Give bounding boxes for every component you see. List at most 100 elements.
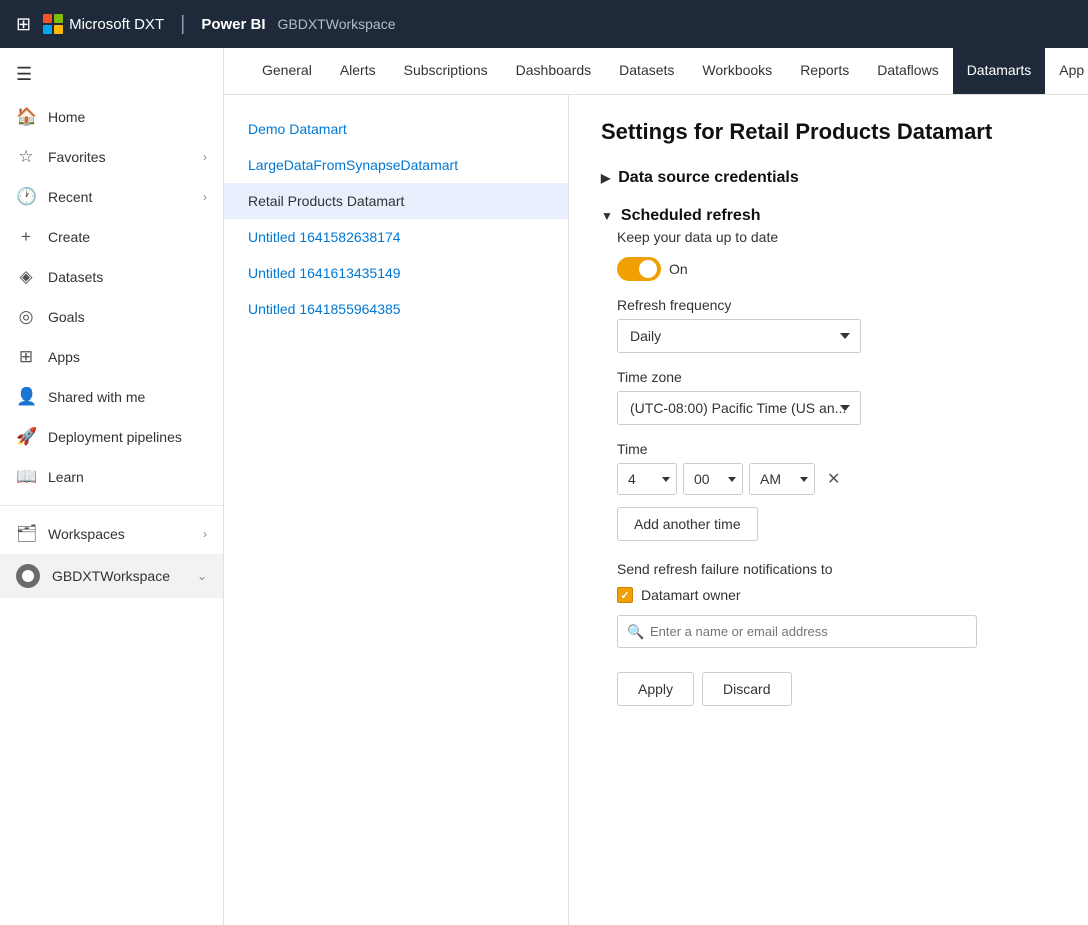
tab-reports[interactable]: Reports bbox=[786, 48, 863, 94]
sidebar-item-recent[interactable]: 🕐 Recent › bbox=[0, 177, 223, 217]
topbar-divider: | bbox=[180, 13, 185, 36]
deployment-icon: 🚀 bbox=[16, 427, 36, 447]
company-name: Microsoft DXT bbox=[69, 16, 164, 33]
tab-alerts[interactable]: Alerts bbox=[326, 48, 390, 94]
search-icon: 🔍 bbox=[627, 623, 644, 640]
sidebar-favorites-label: Favorites bbox=[48, 149, 191, 165]
logo-green bbox=[54, 14, 63, 23]
hamburger-menu[interactable]: ☰ bbox=[0, 56, 223, 93]
chevron-down-icon: ⌄ bbox=[197, 569, 207, 583]
list-item-untitled2[interactable]: Untitled 1641613435149 bbox=[224, 255, 568, 291]
home-icon: 🏠 bbox=[16, 107, 36, 127]
list-item-untitled3[interactable]: Untitled 1641855964385 bbox=[224, 291, 568, 327]
grid-icon[interactable]: ⊞ bbox=[16, 14, 31, 35]
data-source-credentials-label: Data source credentials bbox=[618, 169, 799, 187]
time-ampm-select[interactable]: AM PM bbox=[749, 463, 815, 495]
datasets-icon: ◈ bbox=[16, 267, 36, 287]
goals-icon: ◎ bbox=[16, 307, 36, 327]
logo-blue bbox=[43, 25, 52, 34]
list-item-untitled1[interactable]: Untitled 1641582638174 bbox=[224, 219, 568, 255]
settings-panel: Settings for Retail Products Datamart ▶ … bbox=[569, 95, 1088, 925]
scheduled-refresh-content: Keep your data up to date On Refresh fre… bbox=[601, 229, 1056, 706]
product-name: Power BI bbox=[201, 16, 265, 33]
refresh-frequency-select[interactable]: Daily Weekly bbox=[617, 319, 861, 353]
email-search-container: 🔍 bbox=[617, 615, 977, 648]
sidebar-item-favorites[interactable]: ☆ Favorites › bbox=[0, 137, 223, 177]
time-hour-select[interactable]: 4 123 567 8910 1112 bbox=[617, 463, 677, 495]
sidebar: ☰ 🏠 Home ☆ Favorites › 🕐 Recent › + Crea… bbox=[0, 48, 224, 925]
refresh-toggle[interactable] bbox=[617, 257, 661, 281]
add-another-time-button[interactable]: Add another time bbox=[617, 507, 758, 541]
apps-icon: ⊞ bbox=[16, 347, 36, 367]
checkmark-icon: ✓ bbox=[620, 589, 629, 602]
topbar: ⊞ Microsoft DXT | Power BI GBDXTWorkspac… bbox=[0, 0, 1088, 48]
refresh-frequency-label: Refresh frequency bbox=[617, 297, 1056, 313]
workspace-name: GBDXTWorkspace bbox=[278, 16, 396, 32]
tabs-bar: General Alerts Subscriptions Dashboards … bbox=[224, 48, 1088, 95]
timezone-label: Time zone bbox=[617, 369, 1056, 385]
time-row: 4 123 567 8910 1112 00 153045 bbox=[617, 463, 1056, 495]
recent-icon: 🕐 bbox=[16, 187, 36, 207]
data-source-credentials-accordion: ▶ Data source credentials bbox=[601, 165, 1056, 191]
sidebar-item-shared-with-me[interactable]: 👤 Shared with me bbox=[0, 377, 223, 417]
data-source-credentials-header[interactable]: ▶ Data source credentials bbox=[601, 165, 1056, 191]
sidebar-workspace-name-label: GBDXTWorkspace bbox=[52, 568, 185, 584]
list-item-large[interactable]: LargeDataFromSynapseDatamart bbox=[224, 147, 568, 183]
sidebar-item-deployment-pipelines[interactable]: 🚀 Deployment pipelines bbox=[0, 417, 223, 457]
sidebar-item-workspace-name[interactable]: GBDXTWorkspace ⌄ bbox=[0, 554, 223, 598]
collapsed-arrow-icon: ▶ bbox=[601, 171, 610, 185]
email-search-input[interactable] bbox=[617, 615, 977, 648]
datamart-owner-checkbox[interactable]: ✓ bbox=[617, 587, 633, 603]
workspaces-icon: 🗂 bbox=[16, 524, 36, 544]
sidebar-home-label: Home bbox=[48, 109, 207, 125]
content-area: Demo Datamart LargeDataFromSynapseDatama… bbox=[224, 95, 1088, 925]
shared-icon: 👤 bbox=[16, 387, 36, 407]
microsoft-logo: Microsoft DXT bbox=[43, 14, 164, 34]
sidebar-divider bbox=[0, 505, 223, 506]
sidebar-workspaces-label: Workspaces bbox=[48, 526, 191, 542]
time-minute-select[interactable]: 00 153045 bbox=[683, 463, 743, 495]
tab-general[interactable]: General bbox=[248, 48, 326, 94]
sidebar-shared-label: Shared with me bbox=[48, 389, 207, 405]
sidebar-item-learn[interactable]: 📖 Learn bbox=[0, 457, 223, 497]
sidebar-learn-label: Learn bbox=[48, 469, 207, 485]
tab-datasets[interactable]: Datasets bbox=[605, 48, 688, 94]
sidebar-datasets-label: Datasets bbox=[48, 269, 207, 285]
tab-datamarts[interactable]: Datamarts bbox=[953, 48, 1046, 94]
discard-button[interactable]: Discard bbox=[702, 672, 791, 706]
layout: ☰ 🏠 Home ☆ Favorites › 🕐 Recent › + Crea… bbox=[0, 48, 1088, 925]
chevron-right-icon3: › bbox=[203, 527, 207, 541]
sidebar-item-apps[interactable]: ⊞ Apps bbox=[0, 337, 223, 377]
tab-app[interactable]: App bbox=[1045, 48, 1088, 94]
chevron-right-icon: › bbox=[203, 150, 207, 164]
tab-subscriptions[interactable]: Subscriptions bbox=[390, 48, 502, 94]
apply-button[interactable]: Apply bbox=[617, 672, 694, 706]
tab-dataflows[interactable]: Dataflows bbox=[863, 48, 952, 94]
toggle-slider bbox=[617, 257, 661, 281]
list-item-demo[interactable]: Demo Datamart bbox=[224, 111, 568, 147]
remove-time-button[interactable]: ✕ bbox=[821, 467, 846, 491]
list-item-retail[interactable]: Retail Products Datamart bbox=[224, 183, 568, 219]
main-content: General Alerts Subscriptions Dashboards … bbox=[224, 48, 1088, 925]
logo-squares bbox=[43, 14, 63, 34]
sidebar-apps-label: Apps bbox=[48, 349, 207, 365]
timezone-select[interactable]: (UTC-08:00) Pacific Time (US an... (UTC-… bbox=[617, 391, 861, 425]
settings-title: Settings for Retail Products Datamart bbox=[601, 119, 1056, 145]
send-notification-label: Send refresh failure notifications to bbox=[617, 561, 1056, 577]
tab-dashboards[interactable]: Dashboards bbox=[502, 48, 606, 94]
datamart-owner-label: Datamart owner bbox=[641, 587, 741, 603]
sidebar-item-workspaces[interactable]: 🗂 Workspaces › bbox=[0, 514, 223, 554]
sidebar-item-home[interactable]: 🏠 Home bbox=[0, 97, 223, 137]
expanded-arrow-icon: ▼ bbox=[601, 209, 613, 223]
sidebar-item-datasets[interactable]: ◈ Datasets bbox=[0, 257, 223, 297]
tab-workbooks[interactable]: Workbooks bbox=[688, 48, 786, 94]
toggle-on-label: On bbox=[669, 261, 688, 277]
scheduled-refresh-header[interactable]: ▼ Scheduled refresh bbox=[601, 203, 1056, 229]
scheduled-refresh-accordion: ▼ Scheduled refresh Keep your data up to… bbox=[601, 203, 1056, 706]
toggle-row: On bbox=[617, 257, 1056, 281]
sidebar-item-goals[interactable]: ◎ Goals bbox=[0, 297, 223, 337]
logo-red bbox=[43, 14, 52, 23]
list-panel: Demo Datamart LargeDataFromSynapseDatama… bbox=[224, 95, 569, 925]
favorites-icon: ☆ bbox=[16, 147, 36, 167]
sidebar-item-create[interactable]: + Create bbox=[0, 217, 223, 257]
